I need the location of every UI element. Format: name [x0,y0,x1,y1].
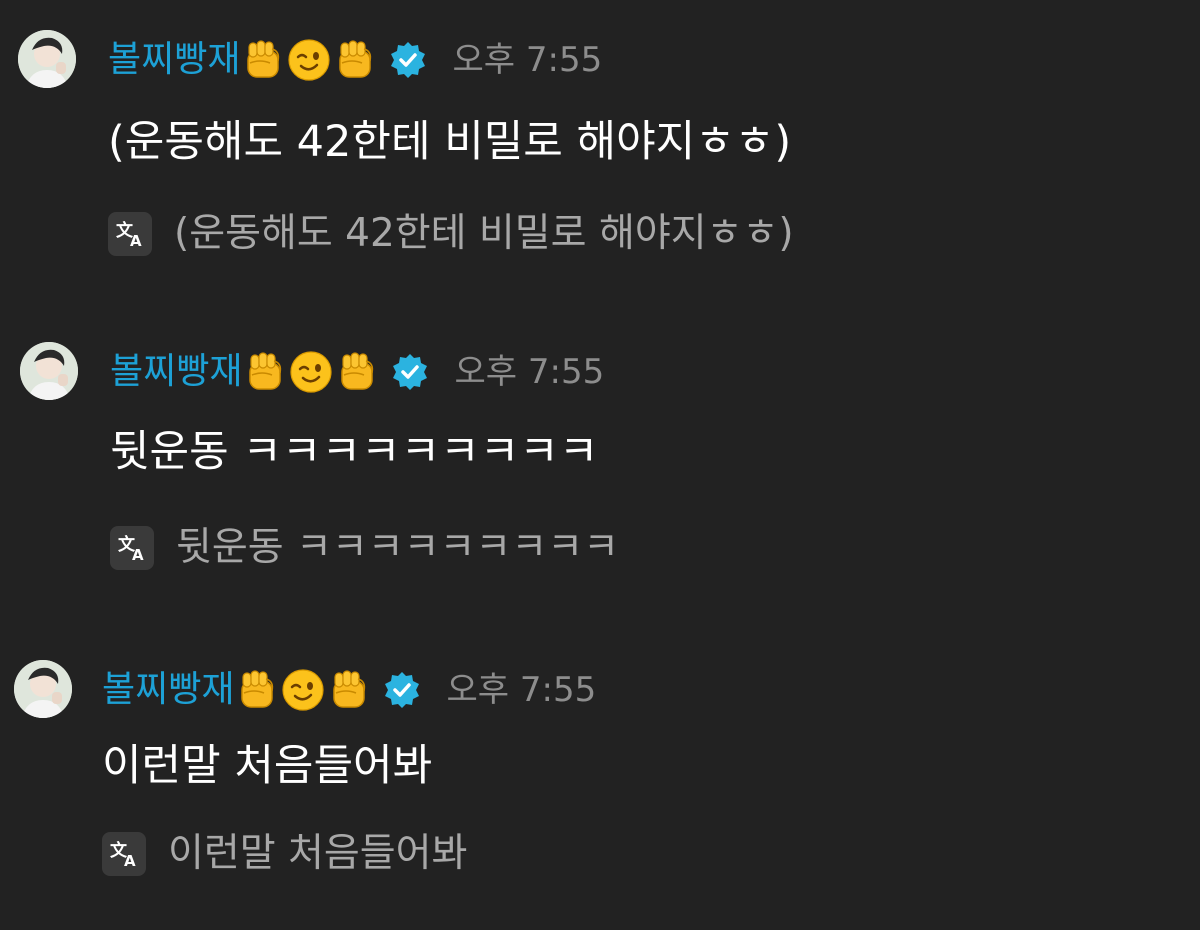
winking-face-icon [288,349,334,395]
raised-fist-icon [334,349,380,395]
timestamp: 오후 7:55 [452,40,603,80]
avatar[interactable] [14,660,72,718]
message-header: 볼찌빵재 오후 7:55 [102,665,596,715]
timestamp: 오후 7:55 [454,352,605,392]
svg-text:A: A [124,852,136,870]
svg-text:A: A [132,546,144,564]
verified-badge-icon [388,40,428,80]
message-text: 이런말 처음들어봐 [102,741,433,791]
svg-text:A: A [130,232,142,250]
translation-text: 이런말 처음들어봐 [168,831,468,876]
chat-message: 볼찌빵재 [0,312,1200,612]
timestamp: 오후 7:55 [446,670,597,710]
verified-badge-icon [382,670,422,710]
raised-fist-icon [240,37,286,83]
username[interactable]: 볼찌빵재 [110,347,242,397]
translate-icon[interactable]: 文 A [110,526,154,570]
message-header: 볼찌빵재 오후 7:55 [110,347,604,397]
winking-face-icon [286,37,332,83]
verified-badge-icon [390,352,430,392]
raised-fist-icon [242,349,288,395]
avatar[interactable] [20,342,78,400]
translation-row: 文 A 이런말 처음들어봐 [102,826,467,882]
raised-fist-icon [234,667,280,713]
message-header: 볼찌빵재 오후 7:55 [108,35,602,85]
raised-fist-icon [332,37,378,83]
username[interactable]: 볼찌빵재 [102,665,234,715]
username[interactable]: 볼찌빵재 [108,35,240,85]
avatar[interactable] [18,30,76,88]
message-text: 뒷운동 ㅋㅋㅋㅋㅋㅋㅋㅋㅋ [110,427,599,477]
translation-row: 文 A 뒷운동 ㅋㅋㅋㅋㅋㅋㅋㅋㅋ [110,520,619,576]
message-text: (운동해도 42한테 비밀로 해야지ㅎㅎ) [108,117,792,167]
raised-fist-icon [326,667,372,713]
chat-message: 볼찌빵재 [0,630,1200,930]
translation-text: (운동해도 42한테 비밀로 해야지ㅎㅎ) [174,211,794,256]
translation-row: 文 A (운동해도 42한테 비밀로 해야지ㅎㅎ) [108,206,794,262]
translate-icon[interactable]: 文 A [108,212,152,256]
chat-message: 볼찌빵재 [0,0,1200,300]
translation-text: 뒷운동 ㅋㅋㅋㅋㅋㅋㅋㅋㅋ [176,525,619,570]
translate-icon[interactable]: 文 A [102,832,146,876]
winking-face-icon [280,667,326,713]
